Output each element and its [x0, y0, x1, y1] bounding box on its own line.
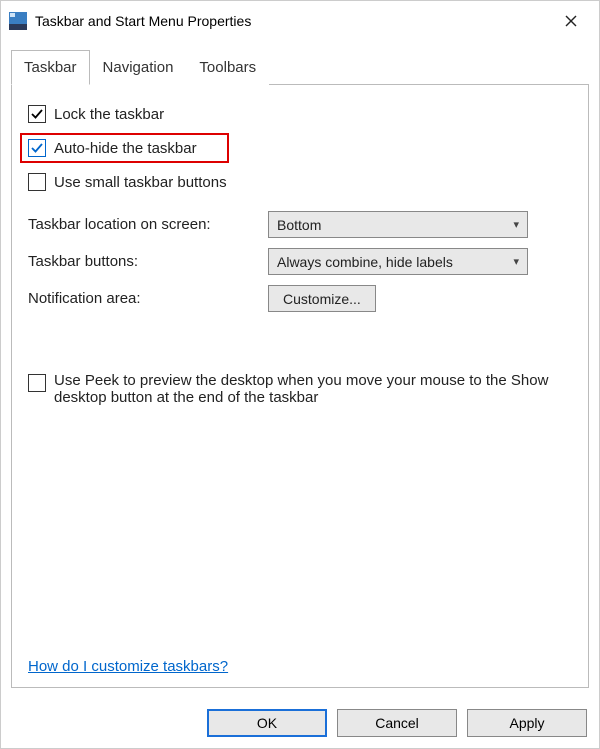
ok-button[interactable]: OK	[207, 709, 327, 737]
location-label: Taskbar location on screen:	[28, 216, 268, 233]
autohide-checkbox[interactable]	[28, 139, 46, 157]
titlebar: Taskbar and Start Menu Properties	[1, 1, 599, 41]
peek-label: Use Peek to preview the desktop when you…	[54, 372, 572, 406]
option-peek-row: Use Peek to preview the desktop when you…	[28, 372, 572, 406]
peek-checkbox[interactable]	[28, 374, 46, 392]
setting-buttons-row: Taskbar buttons: Always combine, hide la…	[28, 248, 572, 275]
setting-location-row: Taskbar location on screen: Bottom ▾	[28, 211, 572, 238]
smallbuttons-checkbox[interactable]	[28, 173, 46, 191]
location-value: Bottom	[277, 217, 321, 233]
option-autohide-row: Auto-hide the taskbar	[28, 133, 572, 163]
buttons-value: Always combine, hide labels	[277, 254, 453, 270]
taskbar-panel: Lock the taskbar Auto-hide the taskbar U…	[11, 84, 589, 688]
autohide-label: Auto-hide the taskbar	[54, 140, 221, 157]
properties-dialog: Taskbar and Start Menu Properties Taskba…	[0, 0, 600, 749]
buttons-label: Taskbar buttons:	[28, 253, 268, 270]
option-lock-row: Lock the taskbar	[28, 105, 572, 123]
dialog-footer: OK Cancel Apply	[1, 698, 599, 748]
autohide-highlight: Auto-hide the taskbar	[20, 133, 229, 163]
notification-label: Notification area:	[28, 290, 268, 307]
lock-checkbox[interactable]	[28, 105, 46, 123]
option-smallbuttons-row: Use small taskbar buttons	[28, 173, 572, 191]
buttons-dropdown[interactable]: Always combine, hide labels ▾	[268, 248, 528, 275]
smallbuttons-label: Use small taskbar buttons	[54, 174, 227, 191]
apply-button[interactable]: Apply	[467, 709, 587, 737]
help-link[interactable]: How do I customize taskbars?	[28, 658, 228, 675]
tab-strip: Taskbar Navigation Toolbars	[11, 49, 589, 84]
tab-taskbar[interactable]: Taskbar	[11, 50, 90, 85]
taskbar-icon	[9, 12, 27, 30]
chevron-down-icon: ▾	[513, 255, 519, 268]
tab-toolbars[interactable]: Toolbars	[186, 50, 269, 85]
chevron-down-icon: ▾	[513, 218, 519, 231]
cancel-button[interactable]: Cancel	[337, 709, 457, 737]
lock-label: Lock the taskbar	[54, 106, 164, 123]
close-button[interactable]	[551, 5, 591, 37]
tab-navigation[interactable]: Navigation	[90, 50, 187, 85]
location-dropdown[interactable]: Bottom ▾	[268, 211, 528, 238]
setting-notification-row: Notification area: Customize...	[28, 285, 572, 312]
customize-button[interactable]: Customize...	[268, 285, 376, 312]
client-area: Taskbar Navigation Toolbars Lock the tas…	[1, 41, 599, 698]
help-link-row: How do I customize taskbars?	[28, 658, 572, 675]
window-title: Taskbar and Start Menu Properties	[35, 13, 551, 29]
